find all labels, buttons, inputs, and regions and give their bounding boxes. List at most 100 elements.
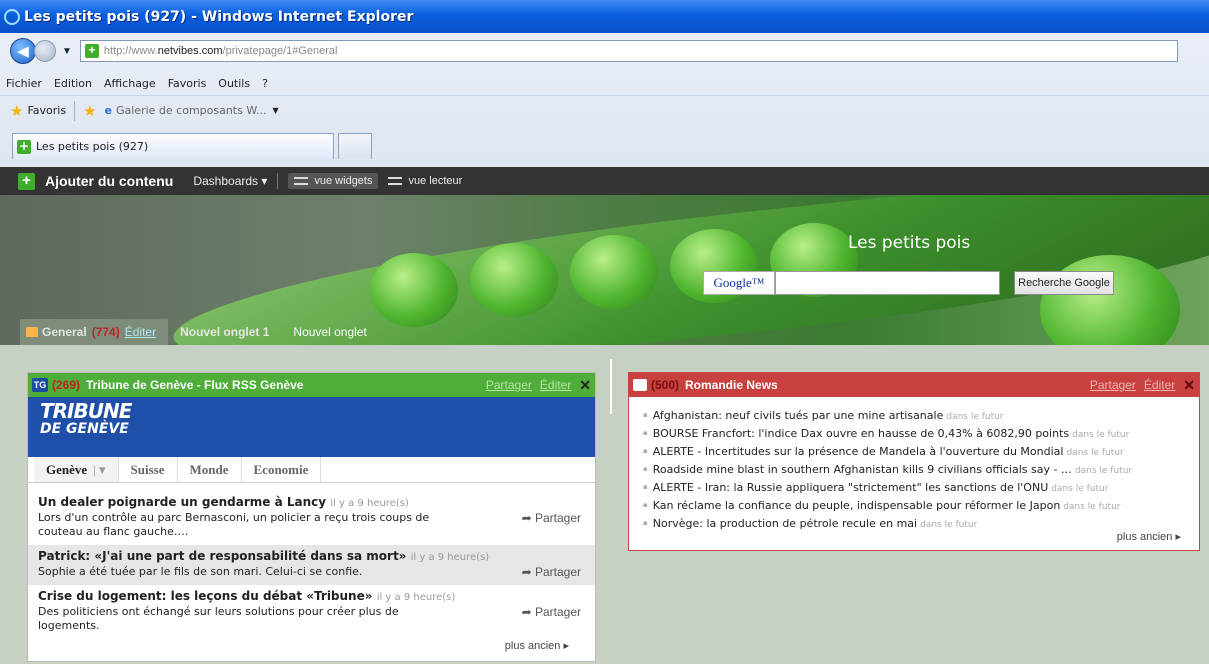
tab-edit-link[interactable]: Éditer bbox=[125, 325, 156, 339]
menu-help[interactable]: ? bbox=[262, 77, 268, 90]
google-search-button[interactable]: Recherche Google bbox=[1014, 271, 1114, 295]
netvibes-favicon-icon: + bbox=[84, 44, 99, 58]
netvibes-toolbar: + Ajouter du contenu Dashboards ▾ vue wi… bbox=[0, 167, 1209, 195]
tab-les-petits-pois[interactable]: + Les petits pois (927) bbox=[12, 133, 334, 159]
edit-link[interactable]: Éditer bbox=[540, 378, 571, 392]
news-list: Afghanistan: neuf civils tués par une mi… bbox=[629, 397, 1199, 533]
ie-logo-icon bbox=[4, 8, 20, 25]
share-label: Partager bbox=[534, 605, 581, 619]
tab-general-label: General bbox=[42, 325, 87, 339]
back-button[interactable]: ◀ bbox=[10, 38, 36, 64]
widget-header[interactable]: (500) Romandie News Partager Éditer ✕ bbox=[629, 373, 1199, 397]
menu-edition[interactable]: Edition bbox=[54, 77, 92, 90]
view-reader-button[interactable]: vue lecteur bbox=[388, 175, 462, 187]
tab-general-count: (774) bbox=[91, 325, 120, 339]
news-time: dans le futur bbox=[1074, 466, 1133, 476]
pea-image bbox=[570, 235, 658, 309]
older-link[interactable]: plus ancien ▸ bbox=[1117, 530, 1181, 543]
unread-count: (269) bbox=[52, 378, 81, 392]
news-title[interactable]: Roadside mine blast in southern Afghanis… bbox=[653, 463, 1072, 476]
news-title[interactable]: Afghanistan: neuf civils tués par une mi… bbox=[653, 409, 944, 422]
add-favorite-icon[interactable]: ★ bbox=[83, 102, 96, 120]
tab-economie[interactable]: Economie bbox=[242, 457, 322, 482]
item-title[interactable]: Un dealer poignarde un gendarme à Lancy … bbox=[38, 495, 587, 511]
item-desc: Lors d'un contrôle au parc Bernasconi, u… bbox=[38, 511, 430, 538]
share-link[interactable]: Partager bbox=[486, 378, 532, 392]
item-title-text: Un dealer poignarde un gendarme à Lancy bbox=[38, 495, 327, 509]
item-title-text: Patrick: «J'ai une part de responsabilit… bbox=[38, 549, 407, 563]
menu-favoris[interactable]: Favoris bbox=[168, 77, 207, 90]
list-item[interactable]: Un dealer poignarde un gendarme à Lancy … bbox=[28, 491, 595, 545]
item-time: il y a 9 heure(s) bbox=[410, 552, 490, 563]
list-item[interactable]: ALERTE - Incertitudes sur la présence de… bbox=[643, 443, 1199, 461]
pea-image bbox=[470, 243, 558, 317]
separator bbox=[277, 173, 279, 189]
reader-icon bbox=[388, 177, 403, 185]
chevron-down-icon[interactable]: | ▾ bbox=[93, 462, 105, 478]
column-divider[interactable] bbox=[610, 359, 612, 414]
share-button[interactable]: ➦ Partager bbox=[522, 565, 581, 579]
news-title[interactable]: ALERTE - Incertitudes sur la présence de… bbox=[653, 445, 1064, 458]
widget-header[interactable]: TG (269) Tribune de Genève - Flux RSS Ge… bbox=[28, 373, 595, 397]
view-widgets-button[interactable]: vue widgets bbox=[288, 173, 379, 189]
list-item[interactable]: Afghanistan: neuf civils tués par une mi… bbox=[643, 407, 1199, 425]
widget-title[interactable]: Romandie News bbox=[685, 378, 778, 392]
close-icon[interactable]: ✕ bbox=[579, 377, 591, 394]
home-icon bbox=[26, 327, 38, 337]
share-button[interactable]: ➦ Partager bbox=[522, 511, 581, 525]
item-time: il y a 9 heure(s) bbox=[330, 498, 409, 509]
tab-general[interactable]: General (774) Éditer bbox=[20, 319, 169, 345]
tab-monde[interactable]: Monde bbox=[178, 457, 242, 482]
new-tab-button[interactable] bbox=[338, 133, 372, 159]
news-title[interactable]: Norvège: la production de pétrole recule… bbox=[653, 517, 917, 530]
item-title[interactable]: Patrick: «J'ai une part de responsabilit… bbox=[38, 549, 587, 565]
list-item[interactable]: Crise du logement: les leçons du débat «… bbox=[28, 585, 595, 639]
older-link[interactable]: plus ancien ▸ bbox=[505, 639, 569, 652]
list-item[interactable]: Kan réclame la confiance du peuple, indi… bbox=[643, 497, 1199, 515]
history-dropdown-icon[interactable]: ▼ bbox=[62, 46, 72, 57]
list-item[interactable]: Roadside mine blast in southern Afghanis… bbox=[643, 461, 1199, 479]
close-icon[interactable]: ✕ bbox=[1183, 377, 1195, 394]
tab-geneve[interactable]: Genève | ▾ bbox=[34, 457, 119, 482]
forward-button[interactable] bbox=[34, 40, 56, 62]
item-desc: Des politiciens ont échangé sur leurs so… bbox=[38, 605, 399, 632]
address-bar[interactable]: + http://www. netvibes.com/privatepage/1#… bbox=[79, 40, 1178, 62]
google-search-input[interactable] bbox=[775, 271, 1000, 295]
menu-affichage[interactable]: Affichage bbox=[104, 77, 156, 90]
list-item[interactable]: Patrick: «J'ai une part de responsabilit… bbox=[28, 545, 595, 585]
tab-nouvel-onglet[interactable]: Nouvel onglet bbox=[281, 319, 378, 345]
news-title[interactable]: ALERTE - Iran: la Russie appliquera "str… bbox=[653, 481, 1049, 494]
dashboard-title: Les petits pois bbox=[848, 233, 971, 253]
share-link[interactable]: Partager bbox=[1090, 378, 1136, 392]
news-title[interactable]: Kan réclame la confiance du peuple, indi… bbox=[653, 499, 1061, 512]
rss-icon bbox=[633, 379, 647, 391]
menu-outils[interactable]: Outils bbox=[218, 77, 250, 90]
gallery-link[interactable]: Galerie de composants W... bbox=[116, 104, 266, 117]
edit-link[interactable]: Éditer bbox=[1144, 378, 1175, 392]
item-title[interactable]: Crise du logement: les leçons du débat «… bbox=[38, 589, 587, 605]
logo-line-1: TRIBUNE bbox=[40, 399, 132, 423]
news-title[interactable]: BOURSE Francfort: l'indice Dax ouvre en … bbox=[653, 427, 1069, 440]
feed-tabs: Genève | ▾ Suisse Monde Economie bbox=[28, 457, 595, 483]
add-content-button[interactable]: + Ajouter du contenu bbox=[0, 167, 185, 195]
news-time: dans le futur bbox=[1072, 430, 1130, 440]
list-item[interactable]: BOURSE Francfort: l'indice Dax ouvre en … bbox=[643, 425, 1199, 443]
tab-favicon-icon: + bbox=[17, 138, 31, 154]
feed-items: Un dealer poignarde un gendarme à Lancy … bbox=[28, 483, 595, 639]
tab-nouvel-onglet-1[interactable]: Nouvel onglet 1 bbox=[168, 319, 281, 345]
tab-suisse[interactable]: Suisse bbox=[119, 457, 178, 482]
widget-title[interactable]: Tribune de Genève - Flux RSS Genève bbox=[86, 378, 303, 392]
gallery-dropdown-icon[interactable]: ▼ bbox=[272, 106, 278, 115]
url-prefix: http://www. bbox=[103, 45, 158, 57]
list-item[interactable]: ALERTE - Iran: la Russie appliquera "str… bbox=[643, 479, 1199, 497]
widget-actions: Partager Éditer ✕ bbox=[1090, 377, 1199, 394]
list-item[interactable]: Norvège: la production de pétrole recule… bbox=[643, 515, 1199, 533]
dashboards-menu[interactable]: Dashboards ▾ bbox=[193, 174, 267, 188]
plus-icon: + bbox=[18, 172, 35, 190]
share-label: Partager bbox=[534, 565, 581, 579]
favorites-button[interactable]: Favoris bbox=[27, 104, 66, 117]
menu-fichier[interactable]: Fichier bbox=[6, 77, 42, 90]
favorites-star-icon[interactable]: ★ bbox=[10, 102, 23, 120]
share-button[interactable]: ➦ Partager bbox=[522, 605, 581, 619]
tab-geneve-label: Genève bbox=[46, 461, 88, 477]
